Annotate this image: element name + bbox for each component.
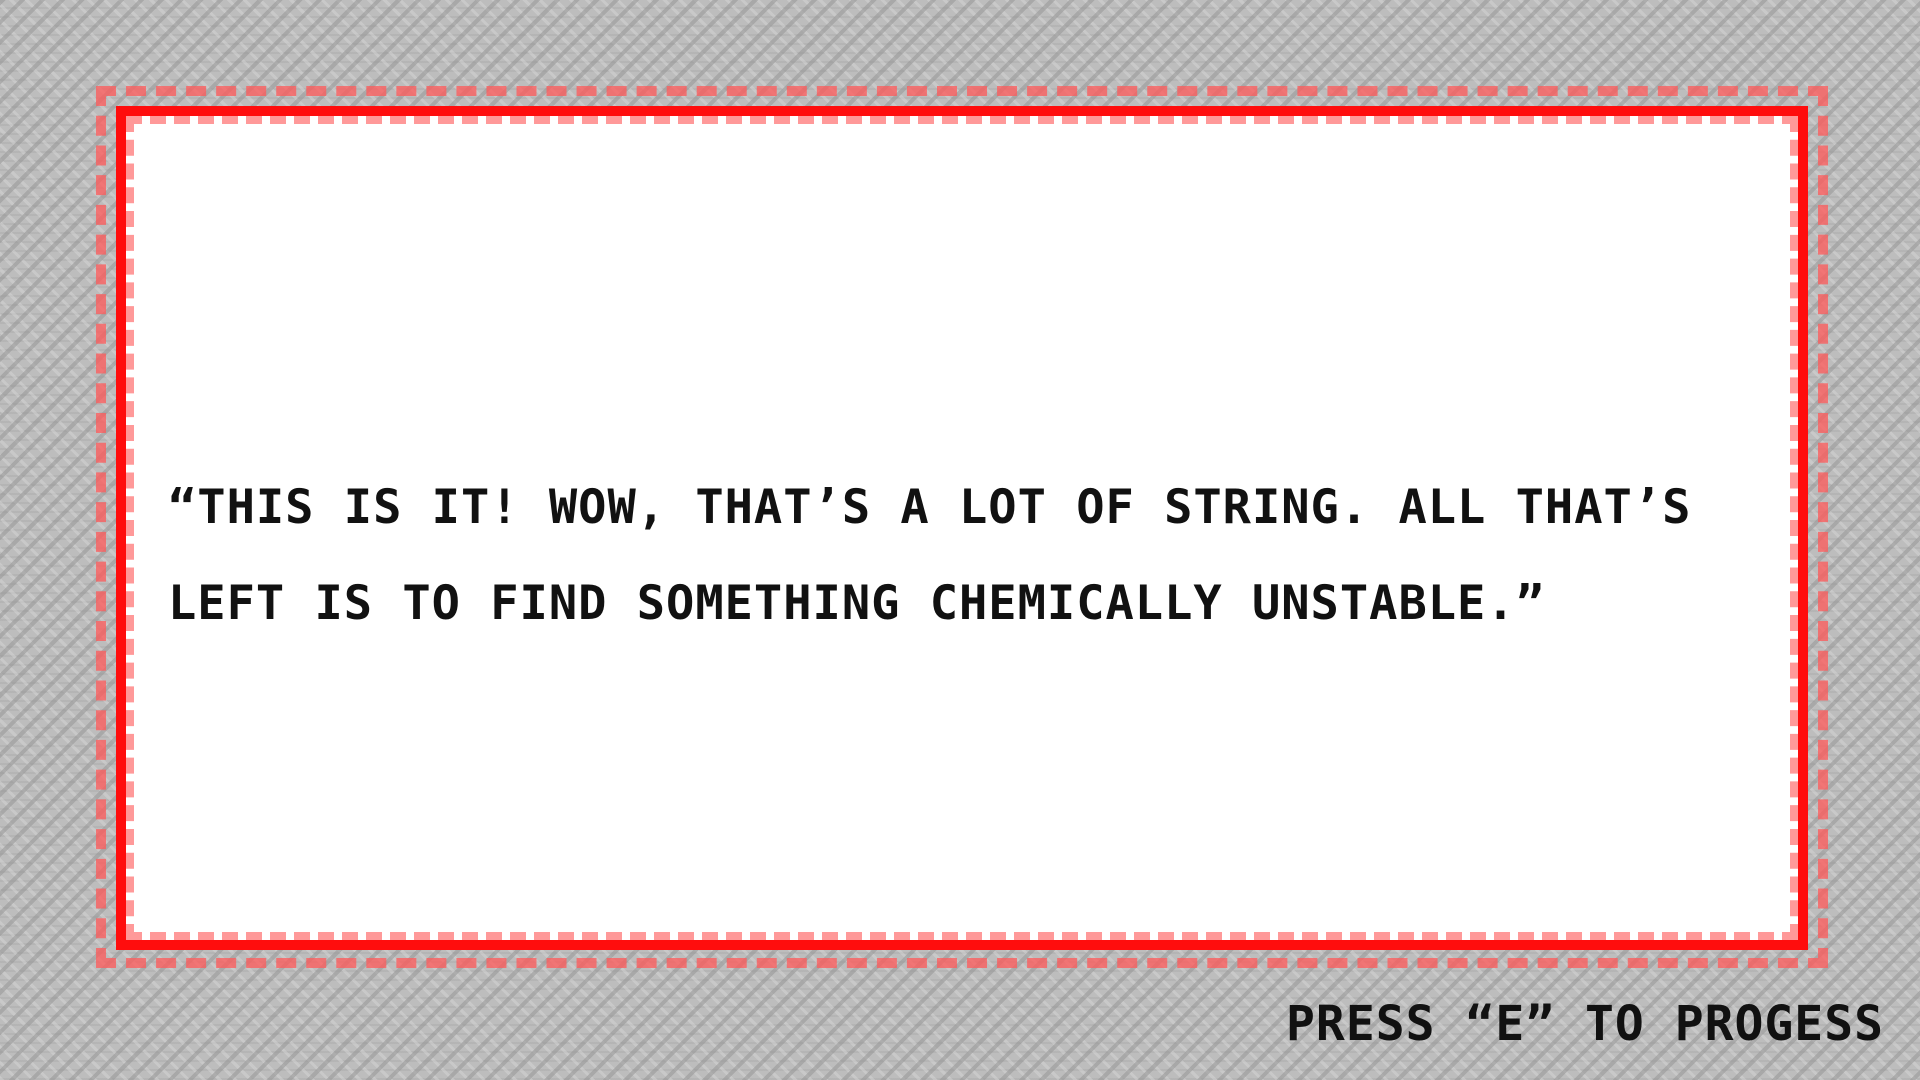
progress-prompt: Press “E” to progess xyxy=(1286,996,1884,1052)
dialog-box: “This is it! Wow, that’s a lot of string… xyxy=(116,106,1808,950)
dialog-text: “This is it! Wow, that’s a lot of string… xyxy=(168,480,1692,631)
game-screen: “This is it! Wow, that’s a lot of string… xyxy=(0,0,1920,1080)
